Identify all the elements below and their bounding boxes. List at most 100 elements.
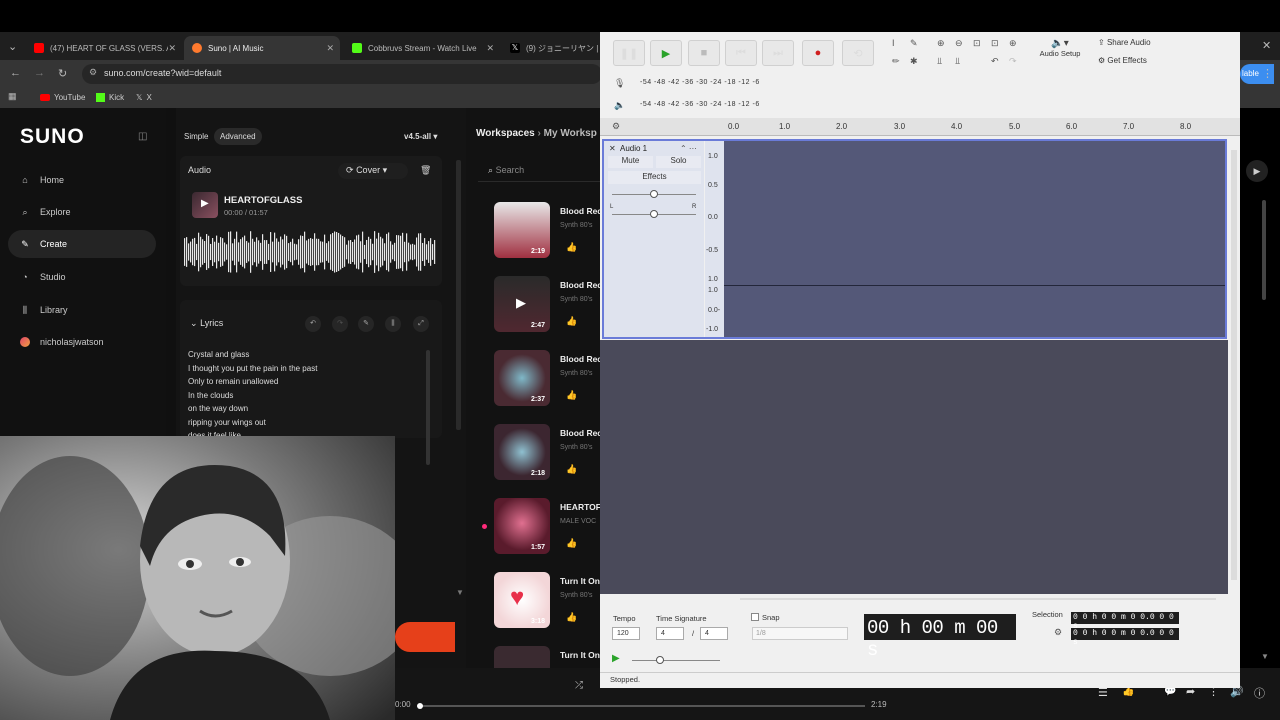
cover-select[interactable]: ⟳ Cover ▾ [338, 163, 408, 179]
close-tab-icon[interactable]: ✕ [486, 43, 494, 54]
song-title[interactable]: Turn It On [560, 576, 600, 586]
microphone-icon[interactable]: 🎙 [614, 78, 625, 89]
back-icon[interactable]: ← [10, 67, 21, 79]
lyric-line[interactable]: Only to remain unallowed [188, 377, 278, 386]
forward-icon[interactable]: → [34, 67, 45, 79]
selection-end[interactable]: 0 0 h 0 0 m 0 0.0 0 0 s [1071, 628, 1179, 647]
song-title[interactable]: Blood Rec [560, 280, 602, 290]
play-at-speed-icon[interactable]: ▶ [612, 653, 620, 664]
thumbs-up-icon[interactable]: 👍 [566, 390, 577, 401]
sidebar-item-create[interactable]: ✎ Create [8, 230, 156, 258]
song-thumbnail[interactable]: 2:18 [494, 424, 550, 480]
song-thumbnail[interactable]: 2:37 [494, 350, 550, 406]
tab-advanced[interactable]: Advanced [214, 128, 262, 145]
page-scrollbar[interactable] [1262, 200, 1266, 300]
progress-handle[interactable] [417, 703, 423, 709]
close-tab-icon[interactable]: ✕ [168, 43, 176, 54]
lyric-line[interactable]: Crystal and glass [188, 350, 249, 359]
list-item[interactable]: Turn It On [470, 646, 600, 668]
fit-project-icon[interactable]: ⊡ [991, 38, 999, 49]
silence-icon[interactable]: ⫫ [955, 56, 960, 67]
record-meter[interactable]: -54 -48 -42 -36 -30 -24 -18 -12 -6 [640, 79, 760, 86]
bookmark-youtube[interactable]: YouTube [40, 93, 85, 102]
address-bar[interactable]: ⚙ suno.com/create?wid=default [82, 64, 602, 84]
play-speed-slider[interactable] [632, 656, 720, 664]
track-art[interactable]: ▶ [192, 192, 218, 218]
thumbs-up-icon[interactable]: 👍 [566, 612, 577, 623]
lyric-line[interactable]: In the clouds [188, 391, 233, 400]
time-signature-denominator[interactable]: 4 [700, 627, 728, 640]
expand-icon[interactable]: ⤢ [413, 316, 429, 332]
scroll-down-icon[interactable]: ▼ [1261, 652, 1269, 661]
thumbs-up-icon[interactable]: 👍 [566, 242, 577, 253]
sidebar-item-profile[interactable]: nicholasjwatson [8, 328, 156, 356]
bookmark-x[interactable]: 𝕏 X [136, 93, 152, 102]
reload-icon[interactable]: ↻ [58, 67, 67, 80]
sidebar-item-home[interactable]: ⌂ Home [8, 166, 156, 194]
song-title[interactable]: Turn It On [560, 650, 600, 660]
list-item[interactable]: 2:37 Blood Rec Synth 80's 👍 [470, 350, 602, 420]
skip-start-button[interactable]: ⏮ [725, 40, 757, 66]
vertical-scrollbar[interactable] [1231, 150, 1237, 580]
tab-simple[interactable]: Simple [178, 128, 214, 145]
model-select[interactable]: v4.5-all ▾ [398, 128, 443, 145]
breadcrumb-current[interactable]: My Worksp [544, 128, 597, 139]
song-thumbnail[interactable]: ♥ 3:18 [494, 572, 550, 628]
song-title[interactable]: Blood Rec [560, 428, 602, 438]
redo-icon[interactable]: ↷ [332, 316, 348, 332]
library-icon[interactable]: ⫼ [385, 316, 401, 332]
list-item[interactable]: 2:19 Blood Rec Synth 80's 👍 [470, 202, 602, 272]
scroll-down-icon[interactable]: ▼ [456, 588, 464, 597]
collapse-sidebar-icon[interactable]: ◫ [138, 131, 147, 142]
browser-tab-suno[interactable]: Suno | AI Music ✕ [184, 36, 340, 60]
close-window-icon[interactable]: ✕ [1262, 39, 1271, 52]
create-button[interactable] [395, 622, 455, 652]
empty-track-area[interactable] [600, 340, 1228, 594]
fit-selection-icon[interactable]: ⊡ [973, 38, 981, 49]
shuffle-icon[interactable]: ⤮ [575, 680, 583, 691]
list-item[interactable]: ▶ 2:47 Blood Rec Synth 80's 👍 [470, 276, 602, 346]
lyric-line[interactable]: I thought you put the pain in the past [188, 364, 317, 373]
player-progress[interactable] [417, 703, 865, 709]
lyric-line[interactable]: ripping your wings out [188, 418, 266, 427]
song-title[interactable]: HEARTOF [560, 502, 601, 512]
pause-button[interactable]: ❚❚ [613, 40, 645, 66]
list-item[interactable]: ♥ 3:18 Turn It On Synth 80's 👍 [470, 572, 600, 642]
share-audio-button[interactable]: ⇪ Share Audio [1098, 38, 1151, 47]
apps-grid-icon[interactable]: ▦ [8, 91, 17, 102]
trash-icon[interactable]: 🗑 [420, 165, 431, 176]
draw-tool-icon[interactable]: ✏ [892, 56, 900, 67]
time-display[interactable]: 00 h 00 m 00 s [864, 614, 1016, 661]
song-thumbnail[interactable]: ▶ 2:47 [494, 276, 550, 332]
speaker-icon[interactable]: 🔈 [614, 100, 625, 111]
play-speed-handle[interactable] [656, 656, 664, 664]
close-tab-icon[interactable]: ✕ [326, 43, 334, 54]
list-item[interactable]: 2:18 Blood Rec Synth 80's 👍 [470, 424, 602, 494]
zoom-out-icon[interactable]: ⊖ [955, 38, 963, 49]
multi-tool-icon[interactable]: ✱ [910, 56, 918, 67]
audio-setup-button[interactable]: 🔈▾ Audio Setup [1036, 38, 1084, 58]
record-button[interactable]: ● [802, 40, 834, 66]
thumbs-up-icon[interactable]: 👍 [566, 464, 577, 475]
undo-icon[interactable]: ↶ [305, 316, 321, 332]
stop-button[interactable]: ■ [688, 40, 720, 66]
playback-meter[interactable]: -54 -48 -42 -36 -30 -24 -18 -12 -6 [640, 101, 760, 108]
get-effects-button[interactable]: ⚙ Get Effects [1098, 56, 1147, 65]
browser-menu-icon[interactable]: ⋮ [1262, 67, 1273, 80]
audio-waveform[interactable] [184, 230, 436, 274]
site-info-icon[interactable]: ⚙ [89, 67, 97, 78]
song-thumbnail[interactable]: 2:19 [494, 202, 550, 258]
scroll-right-button[interactable]: ▶ [1246, 160, 1268, 182]
thumbs-up-icon[interactable]: 👍 [566, 538, 577, 549]
browser-tab-youtube[interactable]: (47) HEART OF GLASS (VERS. A ✕ [26, 36, 182, 60]
trim-icon[interactable]: ⫫ [937, 56, 942, 67]
time-signature-numerator[interactable]: 4 [656, 627, 684, 640]
lyrics-header[interactable]: ⌄ Lyrics [190, 318, 223, 329]
form-scrollbar[interactable] [456, 160, 461, 430]
selection-settings-icon[interactable]: ⚙ [1054, 627, 1062, 638]
timeline-settings-icon[interactable]: ⚙ [612, 121, 620, 132]
lyrics-scrollbar[interactable] [426, 350, 430, 465]
undo-icon[interactable]: ↶ [991, 56, 999, 67]
sidebar-item-explore[interactable]: ⌕ Explore [8, 198, 156, 226]
snap-select[interactable]: 1/8 [752, 627, 848, 640]
